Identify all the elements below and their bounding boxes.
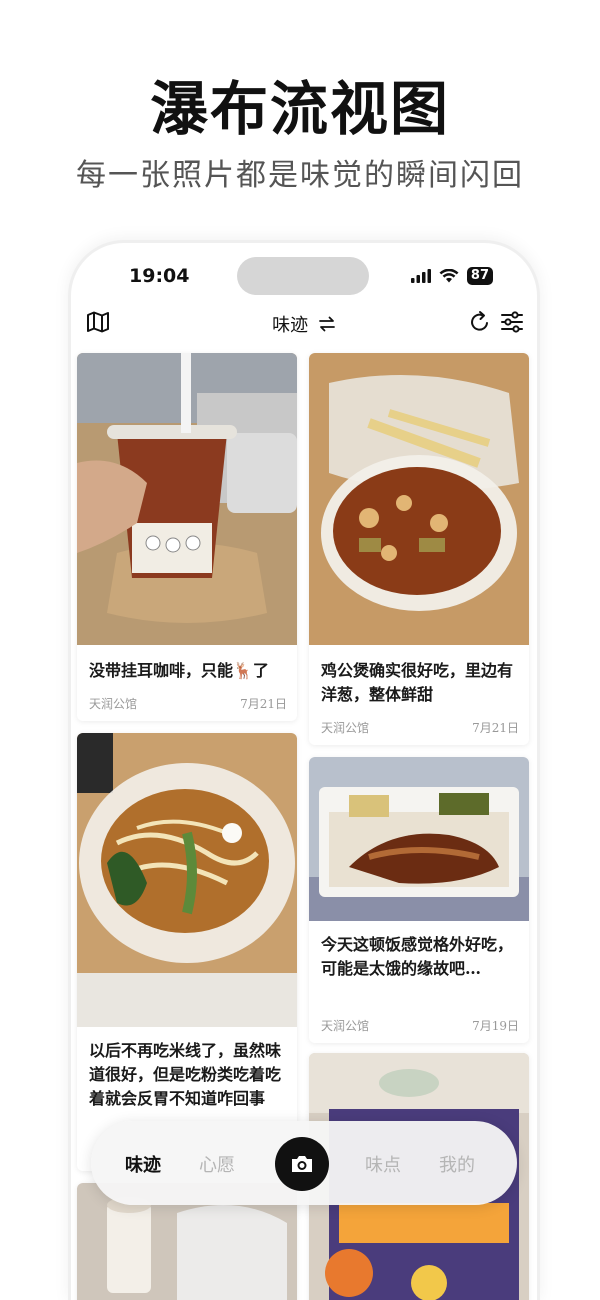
camera-icon [292, 1156, 312, 1172]
battery-icon: 87 [466, 267, 493, 285]
status-icons: 87 [410, 267, 493, 285]
tab-wishlist[interactable]: 心愿 [199, 1151, 235, 1177]
status-time: 19:04 [129, 265, 190, 287]
filter-icon[interactable] [499, 309, 525, 335]
signal-icon [410, 269, 431, 283]
refresh-icon[interactable] [467, 309, 493, 335]
food-photo [77, 353, 297, 645]
app-title: 味迹 [272, 315, 309, 336]
card-location: 天润公馆 [321, 721, 370, 735]
promo-page: 瀑布流视图 每一张照片都是味觉的瞬间闪回 19:04 87 味迹 没带挂耳咖啡，… [0, 0, 600, 1300]
tab-profile[interactable]: 我的 [439, 1151, 475, 1177]
camera-button[interactable] [275, 1137, 329, 1191]
card-caption: 以后不再吃米线了，虽然味道很好，但是吃粉类吃着吃着就会反胃不知道咋回事 [89, 1041, 282, 1108]
feed-card[interactable]: 今天这顿饭感觉格外好吃，可能是太饿的缘故吧… 天润公馆 7月19日 [309, 757, 529, 1043]
phone-mockup: 19:04 87 味迹 没带挂耳咖啡，只能🦌了 天润公馆 7月21日 鸡公煲确实… [68, 240, 540, 1300]
card-date: 7月21日 [240, 697, 287, 711]
food-photo [309, 353, 529, 645]
card-location: 天润公馆 [321, 1019, 370, 1033]
promo-title: 瀑布流视图 [149, 75, 450, 143]
card-meta: 天润公馆 7月19日 [321, 1017, 519, 1034]
card-date: 7月19日 [472, 1019, 519, 1033]
food-photo [77, 733, 297, 1027]
card-caption: 今天这顿饭感觉格外好吃，可能是太饿的缘故吧… [321, 935, 514, 978]
wifi-icon [439, 269, 459, 283]
card-caption: 鸡公煲确实很好吃，里边有洋葱，整体鲜甜 [321, 661, 514, 704]
swap-icon [318, 316, 335, 332]
card-meta: 天润公馆 7月21日 [89, 695, 287, 712]
dynamic-island [237, 257, 369, 295]
status-bar: 19:04 87 [71, 243, 537, 309]
bottom-tab-bar: 味迹 心愿 味点 我的 [91, 1121, 517, 1205]
feed-card[interactable]: 没带挂耳咖啡，只能🦌了 天润公馆 7月21日 [77, 353, 297, 721]
card-caption: 没带挂耳咖啡，只能🦌了 [89, 661, 269, 680]
tab-weiji[interactable]: 味迹 [125, 1151, 161, 1177]
card-meta: 天润公馆 7月21日 [321, 719, 519, 736]
feed-card[interactable]: 鸡公煲确实很好吃，里边有洋葱，整体鲜甜 天润公馆 7月21日 [309, 353, 529, 745]
feed-card[interactable]: 以后不再吃米线了，虽然味道很好，但是吃粉类吃着吃着就会反胃不知道咋回事 [77, 733, 297, 1171]
tab-spots[interactable]: 味点 [365, 1151, 401, 1177]
card-date: 7月21日 [472, 721, 519, 735]
app-bar: 味迹 [71, 305, 537, 351]
promo-subtitle: 每一张照片都是味觉的瞬间闪回 [76, 158, 524, 193]
food-photo [309, 757, 529, 921]
card-location: 天润公馆 [89, 697, 138, 711]
